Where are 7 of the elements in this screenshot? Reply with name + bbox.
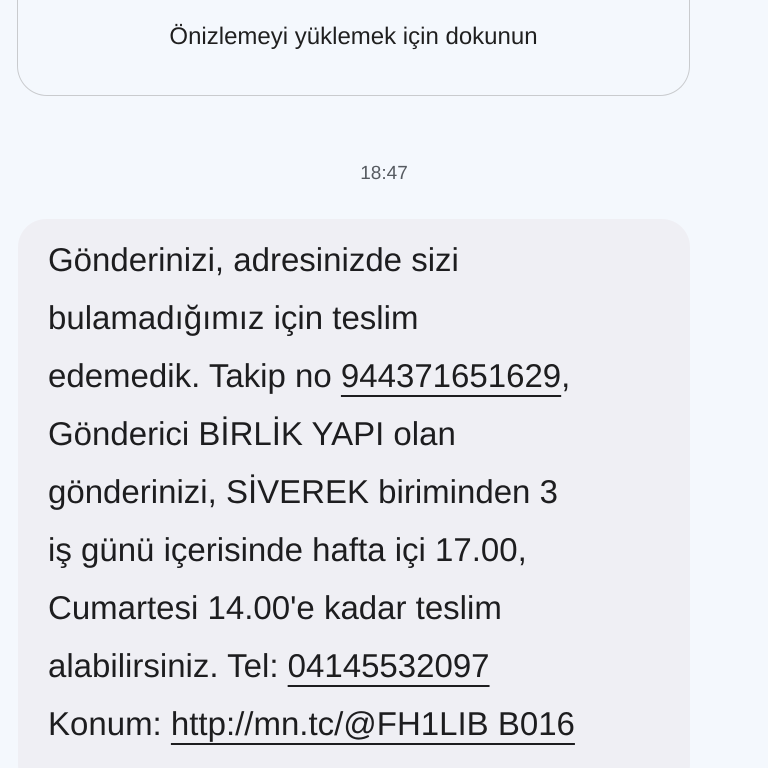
link-preview-card[interactable]: Önizlemeyi yüklemek için dokunun: [17, 0, 690, 96]
message-link[interactable]: 944371651629: [340, 357, 562, 394]
preview-label: Önizlemeyi yüklemek için dokunun: [169, 23, 538, 51]
message-time: 18:47: [360, 163, 408, 185]
message-text: Gönderinizi, adresinizde sizi bulamadığımız için teslim edemedik. Takip no 944371651629, Gönderici BİRLİK YAPI olan gönderinizi, SİVEREK biriminden 3 iş günü içerisinde hafta içi 17.00, Cumartesi 14.00'e kadar teslim alabilirsiniz. Tel: 04145532097 Konum: http://mn.tc/@FH1LIB B016: [48, 240, 576, 744]
message-link[interactable]: 04145532097: [288, 647, 490, 684]
message-link[interactable]: http://mn.tc/@FH1LIB B016: [170, 705, 575, 742]
